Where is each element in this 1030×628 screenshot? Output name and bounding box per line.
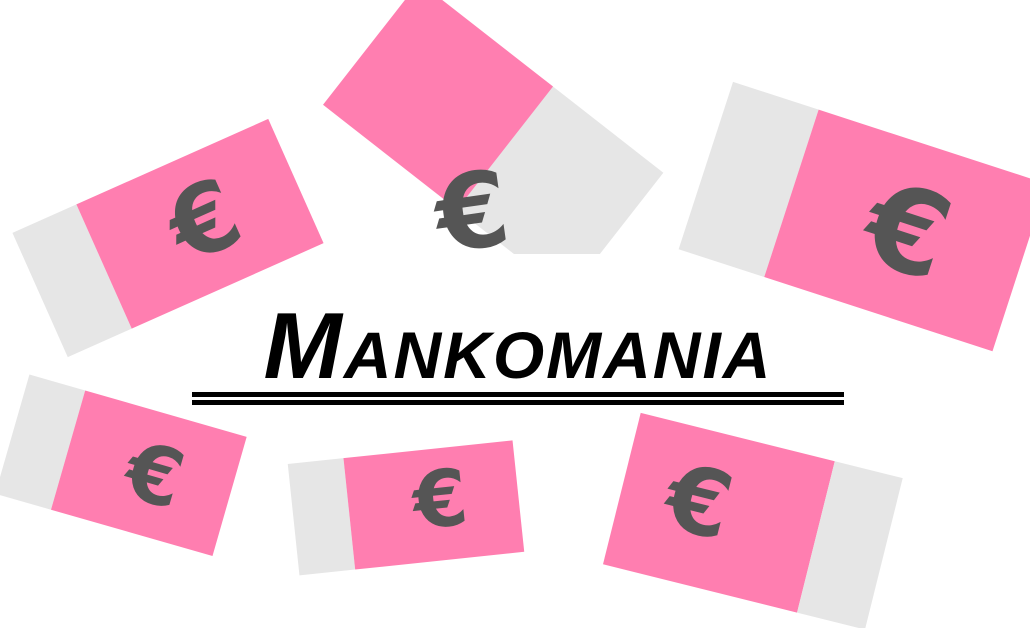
title-screen: € € € € € € Mankomania: [0, 0, 1030, 628]
banknote-bottom-right: €: [602, 412, 903, 628]
game-title: Mankomania: [190, 296, 846, 412]
title-underline: [192, 392, 844, 405]
banknote-bottom-center: €: [287, 440, 525, 576]
banknote-grey-end: [287, 458, 356, 576]
game-title-text: Mankomania: [263, 293, 773, 398]
euro-icon: €: [407, 453, 472, 548]
